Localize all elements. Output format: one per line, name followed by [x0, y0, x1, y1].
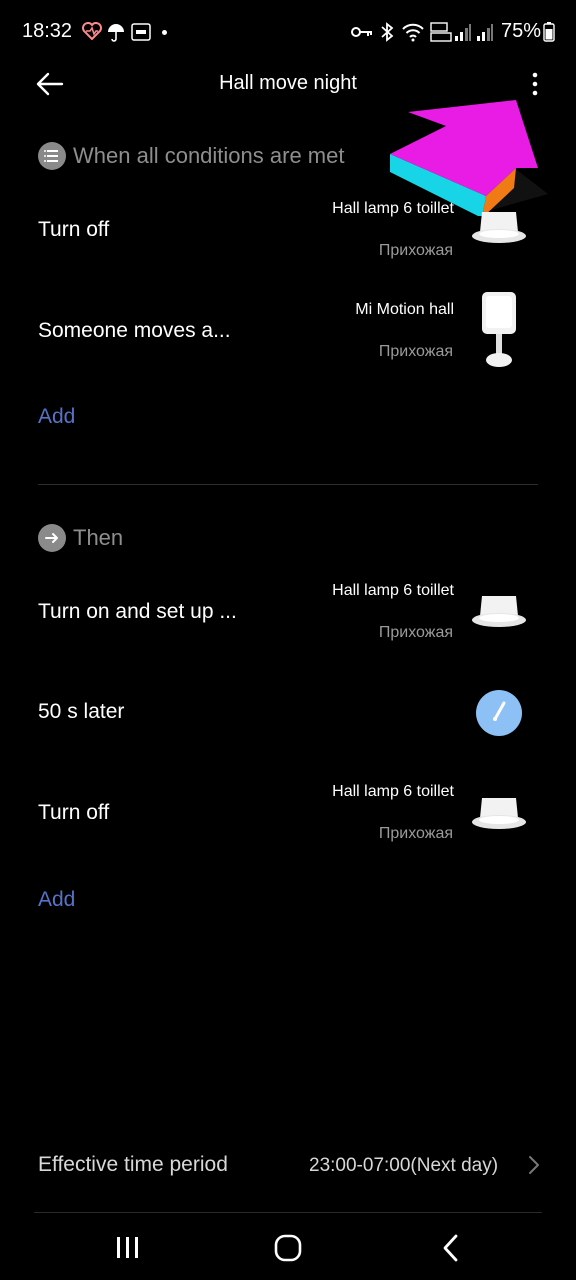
effective-time-value: 23:00-07:00(Next day)	[309, 1155, 499, 1176]
recent-apps-icon	[117, 1237, 138, 1258]
device-room: Прихожая	[378, 624, 453, 641]
action-label: Turn on and set up ...	[38, 600, 237, 623]
wifi-icon	[401, 22, 425, 47]
device-name: Mi Motion hall	[355, 301, 454, 318]
device-name: Hall lamp 6 toillet	[332, 200, 454, 217]
home-icon	[274, 1234, 302, 1262]
more-options-button[interactable]	[524, 70, 546, 98]
condition-action: Turn off	[38, 218, 110, 241]
action-label: Turn off	[38, 801, 110, 824]
status-bar: 18:32 75%	[0, 0, 576, 64]
action-row-turn-off[interactable]: Turn off Hall lamp 6 toillet Прихожая	[0, 772, 576, 862]
device-name: Hall lamp 6 toillet	[332, 783, 454, 800]
bluetooth-icon	[379, 22, 395, 47]
ceiling-lamp-icon	[468, 796, 530, 841]
chevron-right-icon	[527, 1155, 541, 1180]
add-action-link[interactable]: Add	[38, 888, 75, 912]
condition-row-turn-off[interactable]: Turn off Hall lamp 6 toillet Прихожая	[0, 188, 576, 278]
signal-icon	[454, 22, 472, 47]
volte-icon	[429, 21, 453, 48]
nav-back-icon	[443, 1234, 458, 1262]
motion-sensor-icon	[478, 290, 520, 375]
action-row-turn-on[interactable]: Turn on and set up ... Hall lamp 6 toill…	[0, 570, 576, 660]
page-title: Hall move night	[219, 72, 357, 94]
then-arrow-icon	[38, 524, 66, 552]
hms-icon	[131, 23, 151, 46]
battery-icon	[543, 22, 555, 47]
home-button[interactable]	[272, 1232, 304, 1264]
ceiling-lamp-icon	[468, 210, 530, 255]
condition-row-motion[interactable]: Someone moves a... Mi Motion hall Прихож…	[0, 288, 576, 378]
nav-back-button[interactable]	[438, 1232, 464, 1264]
umbrella-icon	[106, 22, 126, 47]
ceiling-lamp-icon	[468, 594, 530, 639]
key-icon	[351, 24, 373, 45]
device-room: Прихожая	[378, 242, 453, 259]
action-row-delay[interactable]: 50 s later	[0, 670, 576, 756]
condition-action: Someone moves a...	[38, 319, 231, 342]
timer-icon	[475, 689, 523, 742]
effective-time-label: Effective time period	[38, 1153, 228, 1176]
dot-icon	[162, 30, 167, 35]
then-header: Then	[73, 525, 124, 550]
add-condition-link[interactable]: Add	[38, 405, 75, 429]
section-divider	[38, 484, 538, 485]
status-time: 18:32	[22, 20, 73, 42]
conditions-header: When all conditions are met	[73, 143, 345, 168]
recent-apps-button[interactable]	[112, 1234, 144, 1262]
conditions-list-icon	[38, 142, 66, 170]
health-icon	[82, 22, 102, 45]
device-room: Прихожая	[378, 343, 453, 360]
more-vertical-icon	[532, 72, 538, 96]
effective-time-row[interactable]: Effective time period 23:00-07:00(Next d…	[0, 1136, 576, 1196]
system-nav-bar	[0, 1212, 576, 1280]
device-name: Hall lamp 6 toillet	[332, 582, 454, 599]
battery-percent: 75%	[501, 20, 542, 42]
action-label: 50 s later	[38, 700, 125, 723]
device-room: Прихожая	[378, 825, 453, 842]
signal-roaming-icon	[476, 22, 494, 47]
